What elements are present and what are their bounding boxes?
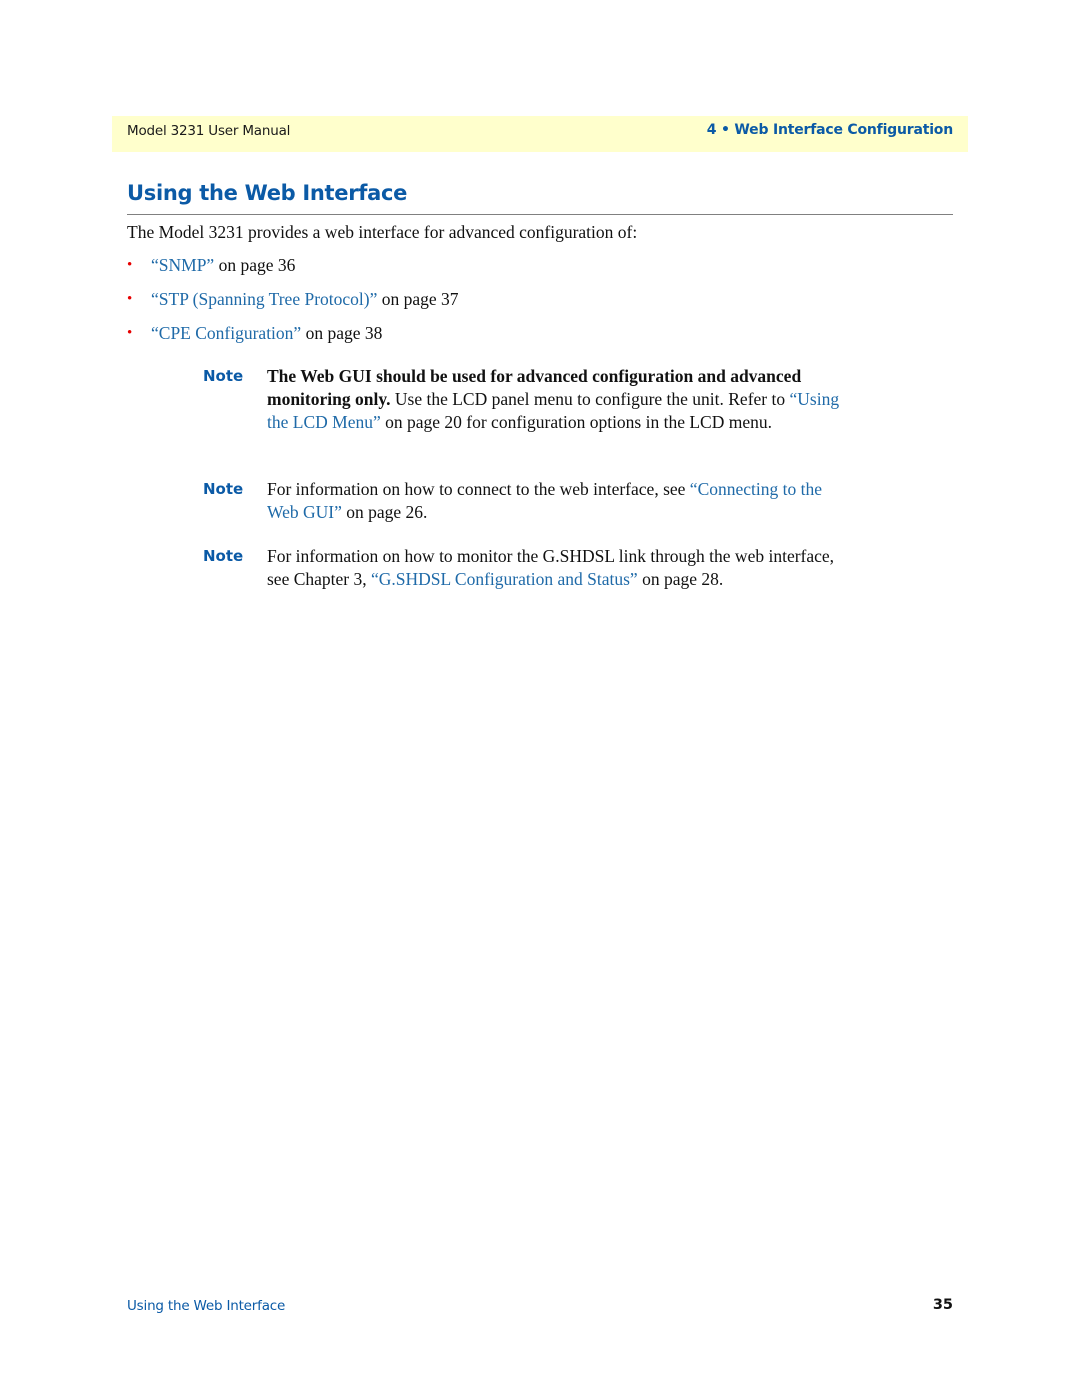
note-text-part: on page 26. [341,502,428,522]
note-label: Note [203,367,244,385]
intro-paragraph: The Model 3231 provides a web interface … [127,222,638,242]
page-reference: on page 38 [301,323,383,343]
topic-list: • “SNMP” on page 36 • “STP (Spanning Tre… [127,254,459,356]
footer-section-title: Using the Web Interface [127,1298,286,1314]
cpe-configuration-link[interactable]: “CPE Configuration” [151,323,301,343]
note-text: For information on how to connect to the… [267,478,847,524]
list-item: • “CPE Configuration” on page 38 [127,322,459,356]
stp-link[interactable]: “STP (Spanning Tree Protocol)” [151,289,377,309]
note-text-part: on page 28. [637,569,724,589]
note-text-part: For information on how to connect to the… [267,479,690,499]
bullet-icon: • [127,325,133,341]
section-title: Using the Web Interface [127,181,408,205]
note-label: Note [203,547,244,565]
page-reference: on page 37 [377,289,459,309]
note-text: For information on how to monitor the G.… [267,545,847,591]
title-divider [127,214,953,215]
note-text-part: Use the LCD panel menu to configure the … [390,389,790,409]
running-header: Model 3231 User Manual 4 • Web Interface… [112,116,968,152]
gshdsl-configuration-link[interactable]: “G.SHDSL Configuration and Status” [371,569,638,589]
bullet-icon: • [127,257,133,273]
note-text: The Web GUI should be used for advanced … [267,365,847,434]
list-item: • “STP (Spanning Tree Protocol)” on page… [127,288,459,322]
list-item: • “SNMP” on page 36 [127,254,459,288]
note-text-part: on page 20 for configuration options in … [380,412,772,432]
bullet-icon: • [127,291,133,307]
chapter-title: 4 • Web Interface Configuration [706,122,953,138]
page-reference: on page 36 [214,255,296,275]
manual-title: Model 3231 User Manual [127,123,291,139]
note-label: Note [203,480,244,498]
page-number: 35 [932,1297,953,1313]
snmp-link[interactable]: “SNMP” [151,255,214,275]
